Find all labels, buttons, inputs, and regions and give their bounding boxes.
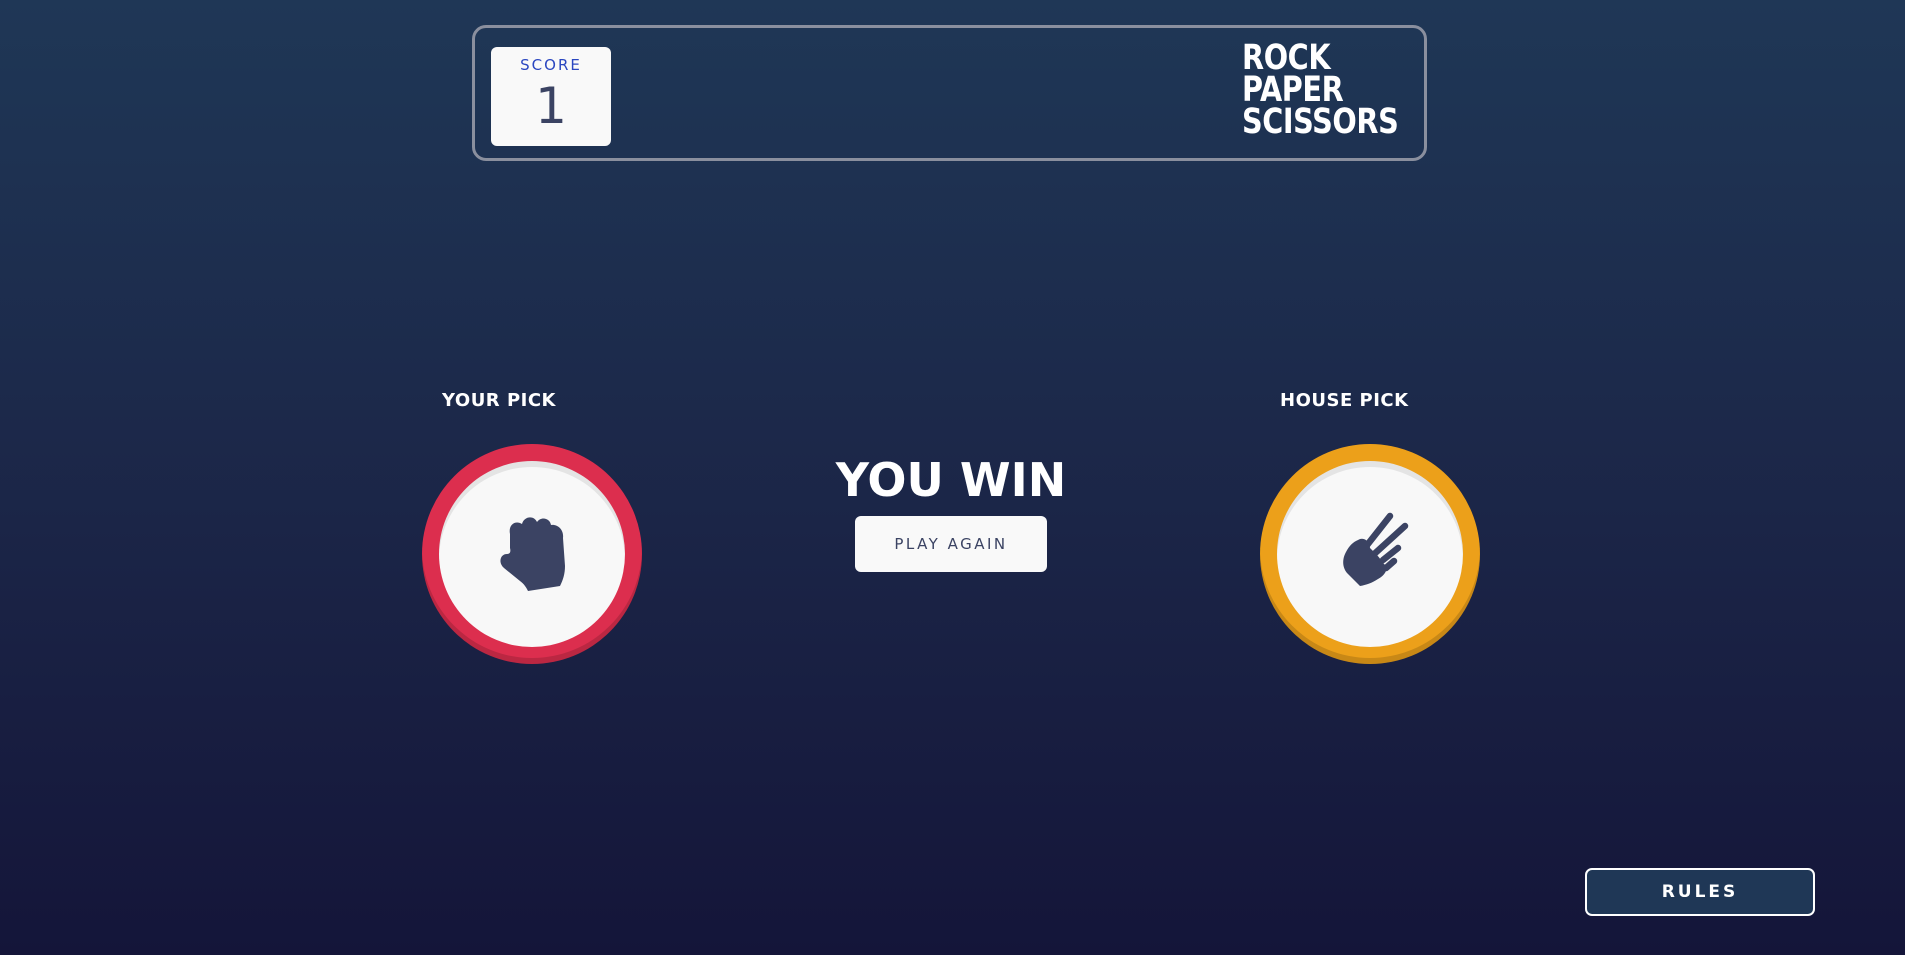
score-label: SCORE xyxy=(520,56,582,74)
your-pick-token-face xyxy=(439,461,625,647)
result-panel: YOU WIN PLAY AGAIN xyxy=(820,452,1082,572)
house-pick-token xyxy=(1260,444,1480,664)
scissors-hand-icon xyxy=(1343,512,1409,586)
play-again-button[interactable]: PLAY AGAIN xyxy=(855,516,1047,572)
score-box: SCORE 1 xyxy=(491,47,611,146)
score-value: 1 xyxy=(535,77,567,135)
house-pick-label: HOUSE PICK xyxy=(1280,390,1409,411)
your-pick-label: YOUR PICK xyxy=(442,390,556,411)
house-pick-token-face xyxy=(1277,461,1463,647)
game-header: SCORE 1 ROCK PAPER SCISSORS xyxy=(472,25,1427,161)
result-text: YOU WIN xyxy=(835,453,1067,507)
rules-button[interactable]: RULES xyxy=(1585,868,1815,916)
game-logo: ROCK PAPER SCISSORS xyxy=(1242,41,1399,142)
logo-line-scissors: SCISSORS xyxy=(1242,102,1399,142)
your-pick-token xyxy=(422,444,642,664)
rock-fist-icon xyxy=(500,517,565,591)
